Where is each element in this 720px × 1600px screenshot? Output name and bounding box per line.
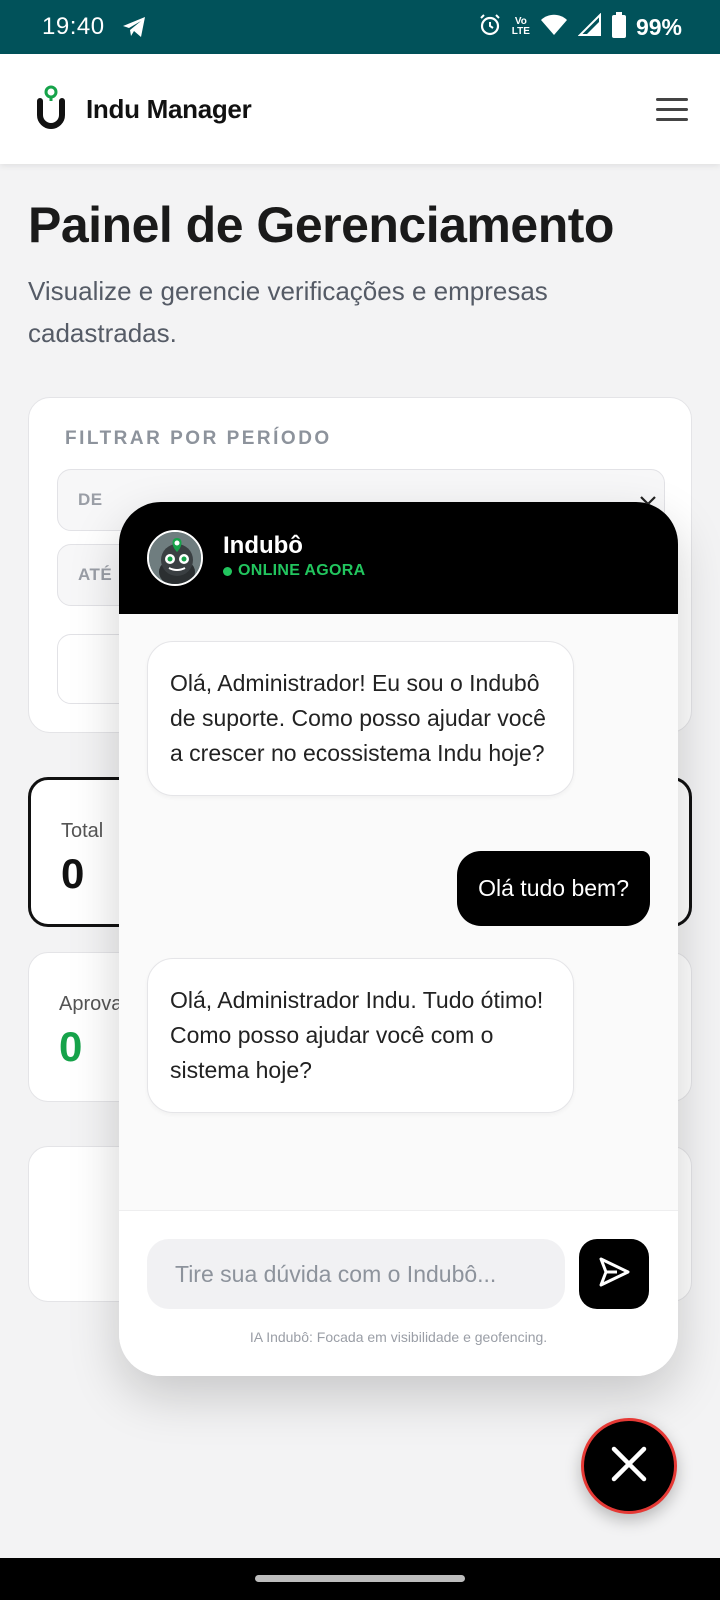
wifi-icon [540,14,568,41]
close-chat-button[interactable] [581,1418,677,1514]
date-to-label: ATÉ [78,565,113,584]
indubo-avatar [147,530,203,586]
battery-icon [611,11,626,43]
chat-message-input[interactable] [147,1239,565,1309]
stat-approved-value: 0 [59,1023,83,1070]
chat-message-user: Olá tudo bem? [457,851,650,926]
app-header: Indu Manager [0,54,720,164]
volte-icon: Vo LTE [512,17,530,37]
online-dot-icon [223,566,232,576]
page-subtitle: Visualize e gerencie verificações e empr… [28,276,548,348]
chat-header: Indubô ONLINE AGORA [119,502,678,614]
telegram-icon [121,15,147,39]
indu-logo-icon [36,85,66,134]
chat-message-bot: Olá, Administrador! Eu sou o Indubô de s… [147,641,574,796]
send-icon [597,1255,631,1294]
chat-composer: IA Indubô: Focada em visibilidade e geof… [119,1210,678,1376]
home-gesture-handle[interactable] [255,1575,465,1582]
chat-status-label: ONLINE AGORA [238,562,366,579]
send-button[interactable] [579,1239,649,1309]
chat-message-bot: Olá, Administrador Indu. Tudo ótimo! Com… [147,958,574,1113]
signal-icon [577,12,602,42]
system-nav-bar [0,1558,720,1600]
status-bar: 19:40 Vo LTE 99% [0,0,720,54]
date-from-label: DE [78,490,103,509]
filter-label: FILTRAR POR PERÍODO [65,428,332,449]
chat-footer-note: IA Indubô: Focada em visibilidade e geof… [249,1329,548,1345]
status-icons: Vo LTE 99% [478,11,682,43]
chat-bot-name: Indubô [223,532,303,559]
close-icon [610,1445,648,1488]
alarm-icon [478,13,502,42]
hamburger-menu-icon[interactable] [656,97,688,121]
stat-total-value: 0 [61,850,85,897]
battery-percent: 99% [635,13,682,40]
page-title: Painel de Gerenciamento [28,197,614,253]
app-brand-name: Indu Manager [86,93,252,124]
chat-panel: Indubô ONLINE AGORA Olá, Administrador! … [119,502,678,1376]
stat-approved-label: Aprova [59,993,123,1015]
stat-total-label: Total [61,820,104,842]
status-time: 19:40 [42,13,105,40]
volte-bottom-label: LTE [511,26,530,37]
chat-online-status: ONLINE AGORA [223,562,365,580]
